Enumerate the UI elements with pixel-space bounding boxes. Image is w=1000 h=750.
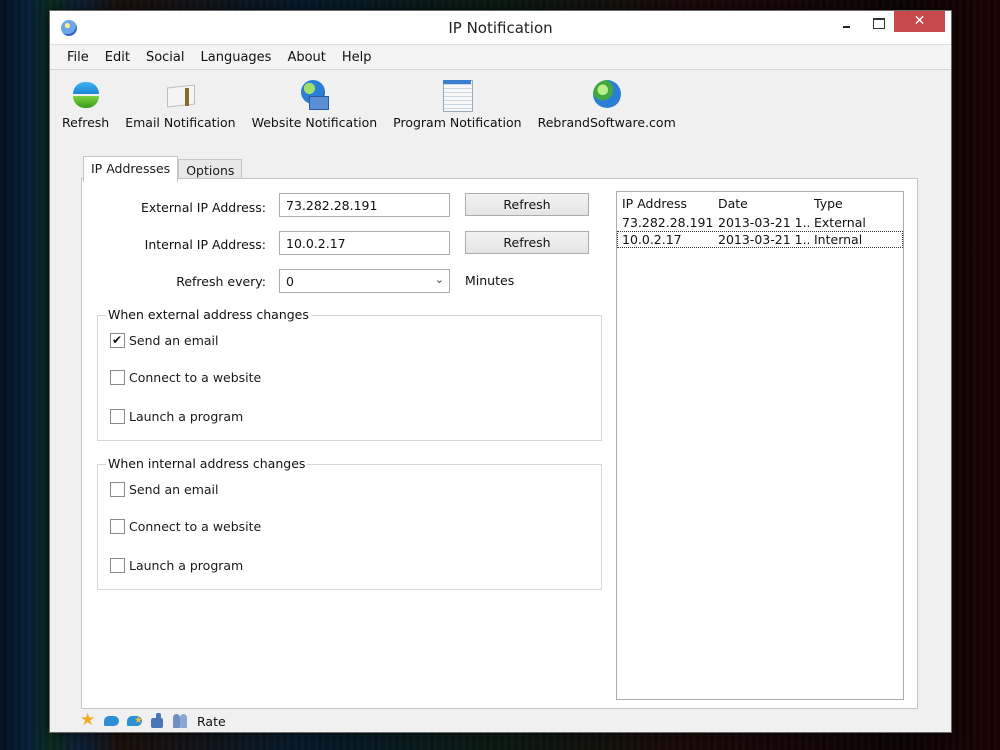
menu-file[interactable]: File [59, 50, 97, 65]
ip-history-list[interactable]: IP Address Date Type 73.282.28.191 2013-… [616, 191, 904, 700]
toolbar-email-notification-button[interactable]: Email Notification [125, 70, 236, 142]
close-button[interactable]: ✕ [894, 11, 945, 32]
toolbar-rebrandsoftware-link[interactable]: RebrandSoftware.com [538, 70, 676, 142]
column-header-ip-address[interactable]: IP Address [617, 196, 713, 211]
external-connect-website-checkbox[interactable] [110, 370, 125, 385]
ip-addresses-panel: External IP Address: 73.282.28.191 Refre… [81, 178, 918, 709]
list-row[interactable]: 73.282.28.191 2013-03-21 1... External [617, 214, 903, 231]
external-ip-field[interactable]: 73.282.28.191 [279, 193, 450, 217]
status-bar: Rate [80, 710, 226, 730]
internal-send-email-checkbox[interactable] [110, 482, 125, 497]
refresh-every-label: Refresh every: [176, 274, 266, 289]
refresh-interval-value: 0 [286, 274, 294, 289]
toolbar-website-notification-button[interactable]: Website Notification [251, 70, 378, 142]
like-icon[interactable] [149, 713, 166, 729]
cell-date: 2013-03-21 1... [718, 215, 809, 230]
external-launch-program-option[interactable]: Launch a program [110, 409, 243, 424]
minutes-label: Minutes [465, 273, 515, 288]
refresh-internal-button[interactable]: Refresh [465, 231, 589, 254]
option-label: Send an email [129, 333, 219, 348]
email-icon [163, 78, 197, 112]
toolbar-label: RebrandSoftware.com [537, 115, 676, 130]
title-bar: IP Notification ✕ [50, 11, 951, 44]
toolbar-label: Refresh [62, 115, 110, 130]
option-label: Launch a program [129, 409, 244, 424]
cell-type: External [814, 215, 866, 230]
external-connect-website-option[interactable]: Connect to a website [110, 370, 261, 385]
toolbar-program-notification-button[interactable]: Program Notification [393, 70, 522, 142]
twitter-icon[interactable] [103, 713, 120, 729]
list-header: IP Address Date Type [617, 192, 903, 214]
toolbar-refresh-button[interactable]: Refresh [62, 70, 109, 142]
menu-help[interactable]: Help [334, 50, 380, 65]
internal-send-email-option[interactable]: Send an email [110, 482, 218, 497]
menu-bar: File Edit Social Languages About Help [50, 44, 951, 70]
external-launch-program-checkbox[interactable] [110, 409, 125, 424]
cell-date: 2013-03-21 1... [718, 232, 809, 247]
refresh-icon [69, 78, 103, 112]
internal-connect-website-option[interactable]: Connect to a website [110, 519, 261, 534]
column-header-type[interactable]: Type [809, 196, 903, 211]
window-title: IP Notification [448, 19, 553, 37]
toolbar: Refresh Email Notification Website Notif… [50, 70, 951, 142]
menu-languages[interactable]: Languages [193, 50, 280, 65]
option-label: Send an email [129, 482, 219, 497]
list-row[interactable]: 10.0.2.17 2013-03-21 1... Internal [617, 231, 903, 248]
option-label: Launch a program [129, 558, 244, 573]
cell-ip: 73.282.28.191 [622, 215, 713, 230]
client-area: Refresh Email Notification Website Notif… [50, 70, 951, 732]
menu-edit[interactable]: Edit [97, 50, 138, 65]
internal-change-group: When internal address changes Send an em… [97, 456, 602, 590]
menu-social[interactable]: Social [138, 50, 193, 65]
star-icon[interactable] [80, 710, 97, 730]
minimize-button[interactable] [833, 17, 861, 39]
people-icon[interactable] [172, 713, 189, 729]
program-icon [440, 78, 474, 112]
option-label: Connect to a website [129, 519, 262, 534]
external-send-email-option[interactable]: Send an email [110, 333, 218, 348]
internal-launch-program-option[interactable]: Launch a program [110, 558, 243, 573]
refresh-interval-select[interactable]: 0 ⌄ [279, 269, 450, 293]
rate-link[interactable]: Rate [197, 714, 226, 729]
option-label: Connect to a website [129, 370, 262, 385]
globe-icon [590, 78, 624, 112]
external-send-email-checkbox[interactable] [110, 333, 125, 348]
external-group-title: When external address changes [106, 307, 311, 322]
internal-group-title: When internal address changes [106, 456, 308, 471]
toolbar-label: Program Notification [393, 115, 522, 130]
cell-type: Internal [814, 232, 863, 247]
menu-about[interactable]: About [279, 50, 333, 65]
tab-ip-addresses[interactable]: IP Addresses [83, 156, 179, 182]
cell-ip: 10.0.2.17 [622, 232, 682, 247]
external-ip-label: External IP Address: [140, 200, 266, 215]
maximize-button[interactable] [865, 15, 893, 37]
internal-ip-field[interactable]: 10.0.2.17 [279, 231, 450, 255]
website-icon [297, 78, 331, 112]
internal-connect-website-checkbox[interactable] [110, 519, 125, 534]
app-window: IP Notification ✕ File Edit Social Langu… [49, 10, 952, 733]
twitter-favorite-icon[interactable] [126, 713, 143, 729]
internal-ip-label: Internal IP Address: [144, 237, 266, 252]
internal-launch-program-checkbox[interactable] [110, 558, 125, 573]
external-change-group: When external address changes Send an em… [97, 307, 602, 441]
toolbar-label: Website Notification [251, 115, 378, 130]
refresh-external-button[interactable]: Refresh [465, 193, 589, 216]
toolbar-label: Email Notification [125, 115, 236, 130]
column-header-date[interactable]: Date [713, 196, 809, 211]
chevron-down-icon: ⌄ [434, 273, 444, 286]
